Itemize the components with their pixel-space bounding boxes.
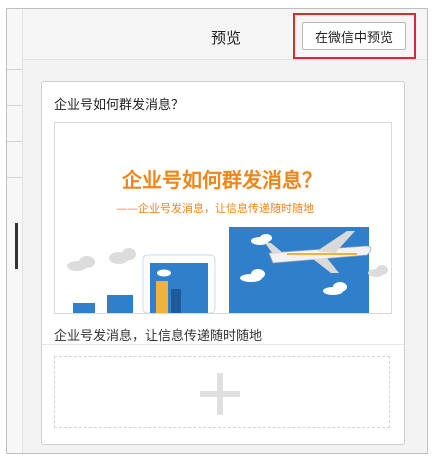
sky-scene	[229, 227, 372, 313]
preview-window: 预览 在微信中预览 企业号如何群发消息？ 企业号如何群发消息？ ——企业号发消息…	[6, 8, 428, 454]
ruler-marker	[15, 223, 18, 269]
preview-in-wechat-button[interactable]: 在微信中预览	[302, 22, 406, 50]
preview-header: 预览 在微信中预览	[23, 9, 427, 60]
ruler-tick	[7, 105, 22, 106]
plus-icon-bar	[200, 391, 240, 397]
left-ruler	[7, 9, 23, 453]
cover-headline: 企业号如何群发消息？	[121, 168, 322, 192]
cover-subtitle: ——企业号发消息，让信息传递随时随地	[116, 201, 314, 215]
ruler-tick	[7, 141, 22, 142]
article-card[interactable]: 企业号如何群发消息？ 企业号如何群发消息？ ——企业号发消息，让信息传递随时随地	[41, 81, 405, 445]
ruler-tick	[7, 177, 22, 178]
divider	[42, 344, 404, 345]
page-title: 预览	[211, 29, 242, 47]
cover-illustration: 企业号如何群发消息？ ——企业号发消息，让信息传递随时随地	[55, 123, 391, 313]
ruler-tick	[7, 69, 22, 70]
article-title: 企业号如何群发消息？	[54, 98, 185, 113]
cover-image[interactable]: 企业号如何群发消息？ ——企业号发消息，让信息传递随时随地	[54, 122, 392, 314]
article-description: 企业号发消息，让信息传递随时随地	[54, 329, 263, 344]
add-article-button[interactable]	[54, 356, 390, 428]
